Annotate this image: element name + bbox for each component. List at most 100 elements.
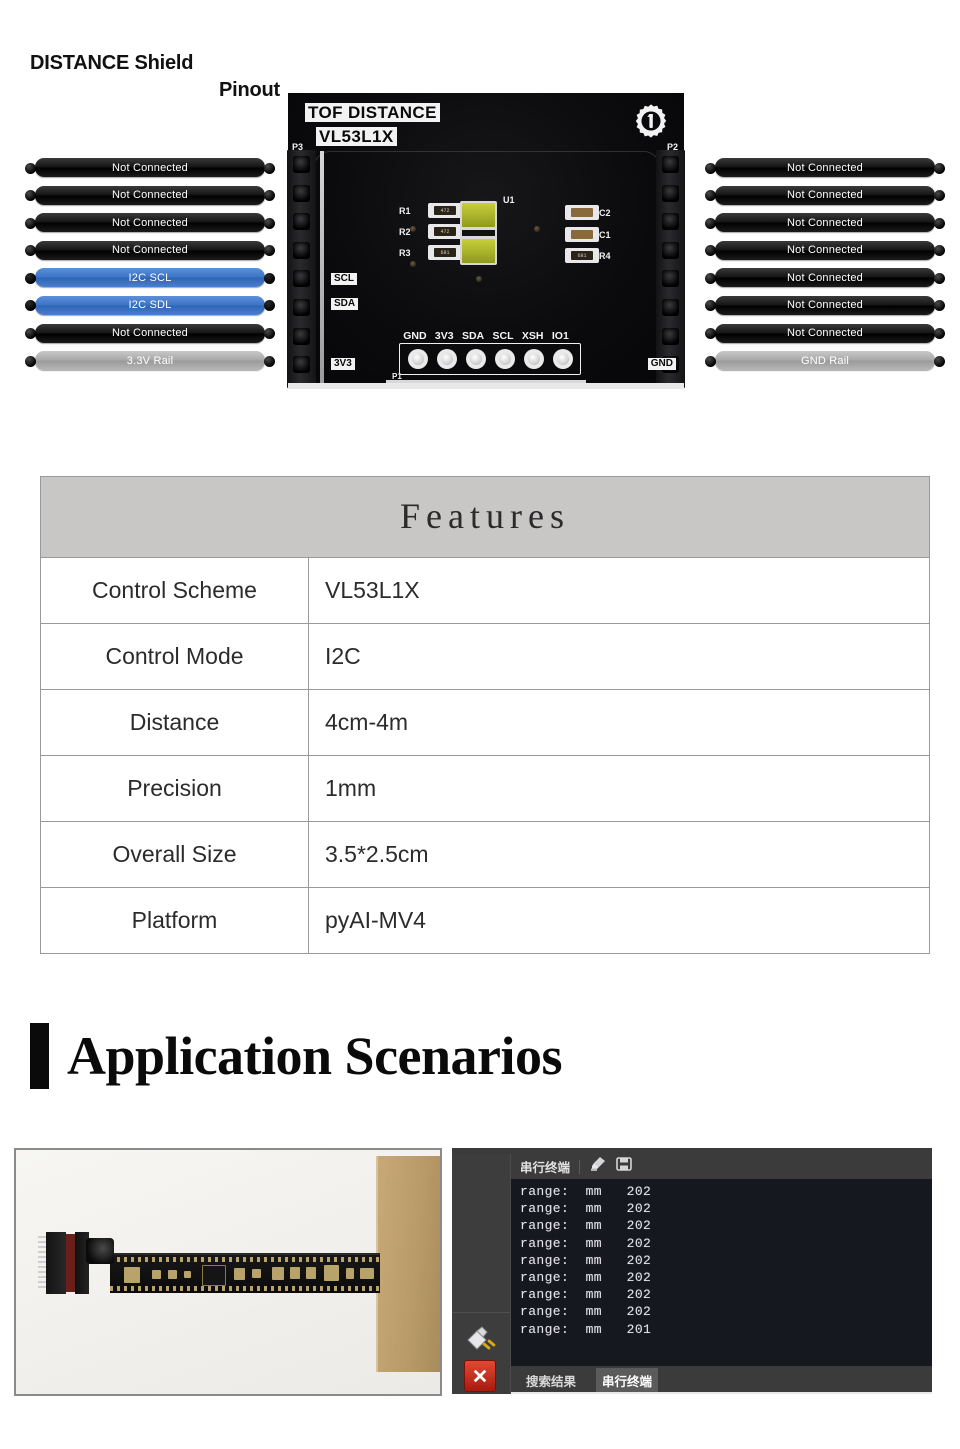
pcb-component-r3-code: 681 <box>434 248 456 257</box>
pin-left-label: Not Connected <box>35 323 265 343</box>
strip-component <box>290 1267 300 1279</box>
pcb-pad-row <box>399 343 581 375</box>
pin-right-label: Not Connected <box>715 213 935 233</box>
pin-node-right <box>264 355 275 367</box>
pin-node-left <box>25 328 36 340</box>
terminal-tab[interactable]: 串行终端 <box>596 1367 659 1393</box>
application-photo <box>14 1148 442 1396</box>
pcb-label-3v3: 3V3 <box>331 358 355 370</box>
pcb-pad-label: IO1 <box>551 329 569 342</box>
plug-icon[interactable] <box>464 1326 498 1356</box>
terminal-panel: 串行终端 range: mm 202 range: mm 202 range: mm… <box>511 1154 932 1394</box>
pcb-component-c2-code <box>571 208 593 217</box>
pin-node-left <box>705 245 716 257</box>
pcb-component-c2 <box>565 205 599 220</box>
sensor-divider <box>462 230 495 236</box>
clear-brush-icon[interactable] <box>589 1156 607 1177</box>
pcb-pad <box>552 349 573 369</box>
features-row: Control Mode I2C <box>40 623 930 690</box>
terminal-line: range: mm 202 <box>520 1184 652 1199</box>
strip-component <box>124 1267 140 1283</box>
pcb-component-r3: 681 <box>428 245 462 260</box>
pin-right-row: Not Connected <box>705 323 945 351</box>
terminal-title: 串行终端 <box>520 1161 571 1175</box>
terminal-line: range: mm 202 <box>520 1252 652 1268</box>
strip-component <box>234 1268 245 1280</box>
pin-node-right <box>934 355 945 367</box>
pin-node-right <box>934 328 945 340</box>
strip-component <box>168 1270 177 1279</box>
pcb-label-gnd: GND <box>647 358 676 370</box>
application-scenarios-title: Application Scenarios <box>67 1026 563 1086</box>
pcb-component-r2: 472 <box>428 224 462 239</box>
terminal-tab-bar: 搜索结果 串行终端 <box>511 1366 932 1394</box>
features-row: Overall Size 3.5*2.5cm <box>40 821 930 888</box>
pin-right-label: GND Rail <box>715 351 935 371</box>
pinout-title-line1: DISTANCE Shield <box>30 52 194 74</box>
gear-icon <box>633 103 669 139</box>
pin-left-row: Not Connected <box>25 240 275 268</box>
application-scenarios-heading: Application Scenarios <box>30 1022 563 1090</box>
pcb-header-hole <box>293 184 310 202</box>
pcb-label-r1: R1 <box>399 206 411 216</box>
pin-node-left <box>705 355 716 367</box>
pin-node-left <box>25 300 36 312</box>
terminal-line: range: mm 202 <box>520 1218 652 1234</box>
photo-camera-module <box>38 1232 114 1296</box>
features-row-value: 4cm-4m <box>308 689 930 756</box>
features-row-key: Platform <box>40 887 309 954</box>
pcb-label-sda: SDA <box>331 298 359 310</box>
pin-left-label: I2C SCL <box>35 268 265 288</box>
pcb-label-title: TOF DISTANCE <box>305 103 440 122</box>
pcb-label-u1: U1 <box>503 195 515 205</box>
features-row-key: Precision <box>40 755 309 822</box>
pcb-pad <box>494 349 515 369</box>
pcb-component-r4-code: 681 <box>571 251 593 260</box>
pcb-header-hole <box>293 299 310 316</box>
pinout-left-column: Not Connected Not Connected Not Connected N… <box>25 157 275 378</box>
camera-pcb-red <box>66 1234 75 1292</box>
pcb-pad-label: 3V3 <box>434 329 454 342</box>
pin-node-right <box>934 190 945 202</box>
pin-node-right <box>934 245 945 257</box>
pin-left-label: Not Connected <box>35 158 265 177</box>
strip-mcu <box>202 1265 226 1286</box>
pin-right-row: GND Rail <box>705 350 945 378</box>
pcb-pad <box>436 349 457 369</box>
features-table: Features Control Scheme VL53L1X Control Mo… <box>40 476 930 954</box>
pin-left-label: 3.3V Rail <box>35 351 265 371</box>
terminal-line: range: mm 202 <box>520 1287 652 1303</box>
features-row-value: pyAI-MV4 <box>308 887 930 954</box>
pcb-component-c1 <box>565 227 599 242</box>
terminal-tab[interactable]: 搜索结果 <box>520 1368 582 1393</box>
pin-left-row: I2C SCL <box>25 267 275 295</box>
pcb-component-r1: 472 <box>428 203 462 218</box>
pcb-label-p3: P3 <box>292 142 304 152</box>
pcb-header-hole <box>662 327 679 345</box>
pcb-component-c1-code <box>571 230 593 239</box>
features-table-heading: Features <box>40 476 930 558</box>
pin-node-left <box>25 245 36 257</box>
pcb-label-scl: SCL <box>331 273 357 285</box>
pcb-pad-label-row: GND 3V3 SDA SCL XSH IO1 <box>399 329 573 343</box>
features-row-key: Overall Size <box>40 821 309 888</box>
pcb-pad-hole <box>411 353 424 365</box>
pcb-header-hole <box>293 327 310 345</box>
stop-close-icon[interactable] <box>464 1360 496 1392</box>
pin-node-right <box>934 272 945 284</box>
pcb-component-r1-code: 472 <box>434 206 456 215</box>
strip-component <box>272 1267 284 1280</box>
pcb-header-hole <box>662 156 679 173</box>
pin-right-row: Not Connected <box>705 185 945 213</box>
pcb-pad-label: SDA <box>461 329 485 342</box>
save-icon[interactable] <box>616 1156 632 1177</box>
strip-component <box>324 1265 339 1281</box>
pcb-label-r2: R2 <box>399 227 411 237</box>
pin-right-label: Not Connected <box>715 268 935 288</box>
pcb-pad-label: SCL <box>492 329 514 342</box>
pin-node-left <box>25 355 36 367</box>
pin-left-row: Not Connected <box>25 323 275 351</box>
strip-component <box>346 1268 354 1279</box>
features-row-key: Control Mode <box>40 623 309 690</box>
pcb-header-hole <box>293 241 310 259</box>
